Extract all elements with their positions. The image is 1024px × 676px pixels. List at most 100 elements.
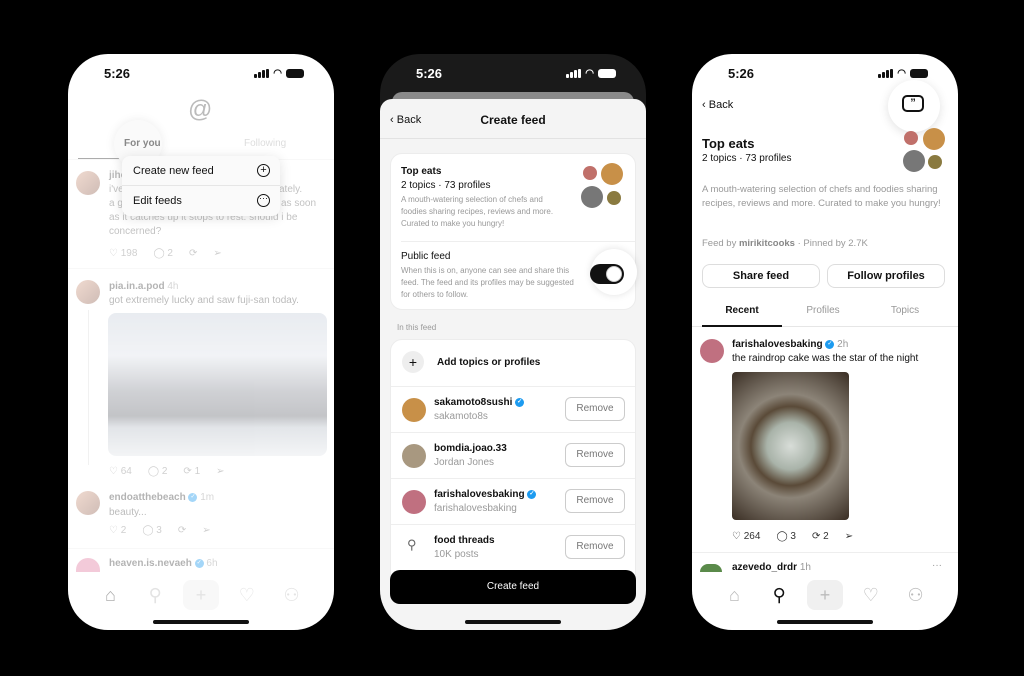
signal-icon <box>566 69 582 78</box>
avatar <box>700 339 724 363</box>
repost-icon[interactable]: ⟳ <box>178 525 186 536</box>
creator-link[interactable]: mirikitcooks <box>739 238 795 249</box>
more-circle-icon: ··· <box>257 194 270 207</box>
signal-icon <box>878 69 894 78</box>
status-bar: 5:26 ◠ <box>68 66 334 82</box>
avatar <box>607 191 621 205</box>
compose-button[interactable]: + <box>806 580 843 610</box>
username[interactable]: farishalovesbaking <box>732 339 823 350</box>
search-icon: ⚲ <box>407 537 417 552</box>
phone-home-feed: 5:26 ◠ @ Following jiho i've s lately. a… <box>68 54 334 630</box>
list-item: farishalovesbaking ✓ farishalovesbaking Re… <box>391 478 635 524</box>
share-feed-button[interactable]: Share feed <box>702 264 820 288</box>
remove-button[interactable]: Remove <box>565 443 625 467</box>
back-button[interactable]: ‹ Back <box>702 99 733 111</box>
share-icon[interactable]: ➢ <box>202 525 210 536</box>
feed-name: Top eats <box>401 166 442 177</box>
public-feed-toggle[interactable] <box>590 264 624 284</box>
avatar <box>923 128 945 150</box>
tab-following[interactable]: Following <box>244 138 286 149</box>
heart-icon[interactable]: ♡ <box>854 585 888 606</box>
share-icon[interactable]: ➢ <box>213 248 221 259</box>
feed-meta: 2 topics · 73 profiles <box>702 153 792 164</box>
feed-options-button[interactable]: ” <box>888 80 940 132</box>
verified-icon: ✓ <box>515 397 525 407</box>
compose-button[interactable]: + <box>182 580 219 610</box>
avatar <box>583 166 597 180</box>
feed-description: A mouth-watering selection of chefs and … <box>401 195 554 228</box>
reply-button[interactable]: ◯ 3 <box>142 525 162 536</box>
plus-icon: + <box>402 351 424 373</box>
menu-item-create-new-feed[interactable]: Create new feed + <box>122 156 280 186</box>
search-icon[interactable]: ⚲ <box>762 585 796 606</box>
threads-logo: @ <box>188 96 213 123</box>
reply-button[interactable]: ◯ 2 <box>153 248 173 259</box>
post-text: as soon <box>281 198 317 209</box>
reply-button[interactable]: ◯ 2 <box>148 466 168 477</box>
verified-icon: ✓ <box>825 339 835 349</box>
tab-for-you[interactable]: For you <box>124 138 161 149</box>
reply-button[interactable]: ◯ 3 <box>776 531 796 542</box>
repost-button[interactable]: ⟳ 1 <box>183 466 200 477</box>
search-icon[interactable]: ⚲ <box>138 585 172 606</box>
tab-topics[interactable]: Topics <box>865 305 945 316</box>
profile-icon[interactable]: ⚇ <box>899 585 933 606</box>
avatar <box>76 171 100 195</box>
avatar <box>700 564 722 572</box>
feed-card: Top eats 2 topics · 73 profiles A mouth-… <box>390 153 637 310</box>
more-icon[interactable]: ··· <box>932 560 942 571</box>
verified-icon: ✓ <box>527 489 537 499</box>
create-feed-button[interactable]: Create feed <box>390 570 636 604</box>
remove-button[interactable]: Remove <box>565 489 625 513</box>
avatar <box>76 280 100 304</box>
tab-recent[interactable]: Recent <box>702 305 782 316</box>
plus-circle-icon: + <box>257 164 270 177</box>
like-button[interactable]: ♡ 198 <box>109 248 137 259</box>
add-topics-button[interactable]: + Add topics or profiles <box>391 340 635 386</box>
remove-button[interactable]: Remove <box>565 397 625 421</box>
follow-profiles-button[interactable]: Follow profiles <box>827 264 945 288</box>
avatar <box>581 186 603 208</box>
like-button[interactable]: ♡ 2 <box>109 525 126 536</box>
repost-icon[interactable]: ⟳ <box>189 248 197 259</box>
quote-bubble-icon: ” <box>902 95 924 112</box>
avatar <box>904 131 918 145</box>
home-icon[interactable]: ⌂ <box>717 585 751 606</box>
avatar <box>76 558 100 572</box>
heart-icon[interactable]: ♡ <box>230 585 264 606</box>
like-button[interactable]: ♡ 64 <box>109 466 132 477</box>
like-button[interactable]: ♡ 264 <box>732 531 760 542</box>
list-item: bomdia.joao.33 Jordan Jones Remove <box>391 432 635 478</box>
section-label: In this feed <box>397 323 437 332</box>
post-text: beauty... <box>109 507 147 518</box>
public-feed-description: When this is on, anyone can see and shar… <box>401 266 574 299</box>
remove-button[interactable]: Remove <box>565 535 625 559</box>
avatar <box>601 163 623 185</box>
post-actions: ♡ 198 ◯ 2 ⟳ ➢ <box>109 248 222 259</box>
feed-menu: Create new feed + Edit feeds ··· <box>122 156 280 216</box>
post-image-raindrop-cake[interactable] <box>732 372 849 520</box>
post-text: concerned? <box>109 226 162 237</box>
battery-icon <box>910 69 928 78</box>
avatar <box>76 491 100 515</box>
bottom-nav: ⌂ ⚲ + ♡ ⚇ <box>692 578 958 612</box>
wifi-icon: ◠ <box>585 68 594 79</box>
feed-meta: 2 topics · 73 profiles <box>401 180 491 191</box>
username[interactable]: azevedo_drdr <box>732 562 797 573</box>
avatar <box>928 155 942 169</box>
menu-item-edit-feeds[interactable]: Edit feeds ··· <box>122 186 280 216</box>
home-icon[interactable]: ⌂ <box>93 585 127 606</box>
phone-create-feed: 5:26 ◠ ‹ Back Create feed Top eats 2 top… <box>380 54 646 630</box>
tab-profiles[interactable]: Profiles <box>783 305 863 316</box>
share-icon[interactable]: ➢ <box>845 531 853 542</box>
avatar <box>402 398 426 422</box>
signal-icon <box>254 69 270 78</box>
share-icon[interactable]: ➢ <box>216 466 224 477</box>
battery-icon <box>598 69 616 78</box>
profile-icon[interactable]: ⚇ <box>275 585 309 606</box>
feed-byline: Feed by mirikitcooks · Pinned by 2.7K <box>702 238 868 249</box>
avatar <box>903 150 925 172</box>
repost-button[interactable]: ⟳ 2 <box>812 531 829 542</box>
post-image-mount-fuji[interactable] <box>108 313 327 456</box>
wifi-icon: ◠ <box>273 68 282 79</box>
